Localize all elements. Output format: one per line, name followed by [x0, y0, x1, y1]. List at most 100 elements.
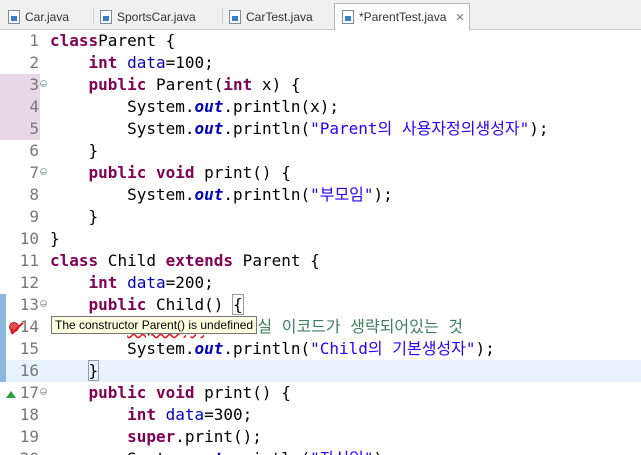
code-text[interactable]: System.out.println("Parent의 사용자정의생성자"); [50, 118, 549, 140]
code-token: { [232, 294, 244, 315]
code-token: Child() [146, 295, 234, 314]
code-text[interactable]: public void print() { [50, 382, 291, 404]
override-marker-icon[interactable] [6, 391, 16, 398]
code-editor[interactable]: 1 classParent {2 int data=100; 3− public P… [0, 30, 641, 455]
code-token: .println( [223, 119, 311, 138]
red-checkmark-icon: ✓ [5, 313, 29, 345]
code-text[interactable]: public Parent(int x) { [50, 74, 301, 96]
code-line-9[interactable]: 9 } [0, 206, 641, 228]
code-token: System. [50, 97, 195, 116]
code-text[interactable]: class Child extends Parent { [50, 250, 320, 272]
code-line-2[interactable]: 2 int data=100; [0, 52, 641, 74]
code-text[interactable]: } [50, 140, 99, 162]
tab-cartest-java[interactable]: CarTest.java [229, 4, 313, 29]
code-token: } [50, 207, 99, 226]
line-number: 3 [29, 75, 39, 94]
code-token: out [194, 97, 224, 116]
tab-car-java[interactable]: Car.java [8, 4, 69, 29]
code-line-19[interactable]: 19 super.print(); [0, 426, 641, 448]
code-line-17[interactable]: 17− public void print() { [0, 382, 641, 404]
code-text[interactable]: public Child() { [50, 294, 244, 316]
code-token: data [127, 53, 166, 72]
line-number: 8 [29, 185, 39, 204]
line-number: 18 [19, 405, 39, 424]
close-tab-icon[interactable]: ✕ [455, 11, 464, 24]
code-text[interactable]: System.out.println("부모임"); [50, 184, 393, 206]
code-text[interactable]: } [50, 360, 100, 382]
code-line-20[interactable]: 20 System.out.println("자식임"); [0, 448, 641, 455]
line-number: 2 [29, 53, 39, 72]
code-token: public [88, 383, 147, 402]
code-token: } [50, 141, 99, 160]
code-line-12[interactable]: 12 int data=200; [0, 272, 641, 294]
code-text[interactable]: classParent { [50, 30, 175, 52]
fold-toggle-icon[interactable]: − [40, 300, 47, 309]
code-token: .print(); [175, 427, 262, 446]
code-line-8[interactable]: 8 System.out.println("부모임"); [0, 184, 641, 206]
line-number: 1 [29, 31, 39, 50]
tab-sportscar-java[interactable]: SportsCar.java [100, 4, 196, 29]
code-text[interactable]: System.out.println(x); [50, 96, 339, 118]
tab-separator [93, 8, 94, 24]
code-token: .println( [223, 185, 311, 204]
code-line-11[interactable]: 11 class Child extends Parent { [0, 250, 641, 272]
code-text[interactable]: System.out.println("자식임"); [50, 448, 393, 455]
code-text[interactable]: public void print() { [50, 162, 291, 184]
tab-parenttest-java[interactable]: *ParentTest.java ✕ [334, 3, 470, 30]
code-token: print() { [194, 163, 291, 182]
code-text[interactable]: int data=100; [50, 52, 214, 74]
code-token: ); [475, 339, 495, 358]
java-file-icon [100, 9, 112, 24]
code-token: "자식임" [310, 449, 373, 455]
code-line-4[interactable]: 4 System.out.println(x); [0, 96, 641, 118]
code-line-10[interactable]: 10} [0, 228, 641, 250]
code-line-3[interactable]: 3− public Parent(int x) { [0, 74, 641, 96]
code-token: out [194, 119, 224, 138]
line-number: 7 [29, 163, 39, 182]
code-line-18[interactable]: 18 int data=300; [0, 404, 641, 426]
line-number: 10 [19, 229, 39, 248]
line-number: 16 [19, 361, 39, 380]
code-line-7[interactable]: 7− public void print() { [0, 162, 641, 184]
code-token: Parent( [146, 75, 224, 94]
line-number: 4 [29, 97, 39, 116]
code-token: ); [373, 185, 393, 204]
code-token: x) { [252, 75, 301, 94]
code-line-1[interactable]: 1 classParent { [0, 30, 641, 52]
code-line-16[interactable]: 16 } [0, 360, 641, 382]
code-token: public [88, 75, 147, 94]
code-token: super [127, 427, 176, 446]
code-line-15[interactable]: 15 System.out.println("Child의 기본생성자"); [0, 338, 641, 360]
code-text[interactable]: System.out.println("Child의 기본생성자"); [50, 338, 495, 360]
java-file-icon [8, 9, 20, 24]
code-token: out [194, 339, 224, 358]
code-token: int [223, 75, 253, 94]
code-text[interactable]: } [50, 228, 60, 250]
code-line-6[interactable]: 6 } [0, 140, 641, 162]
fold-toggle-icon[interactable]: − [40, 388, 47, 397]
line-number: 12 [19, 273, 39, 292]
line-number: 6 [29, 141, 39, 160]
code-token: System. [50, 119, 195, 138]
code-text[interactable]: int data=200; [50, 272, 214, 294]
code-text[interactable]: int data=300; [50, 404, 252, 426]
code-line-5[interactable]: 5 System.out.println("Parent의 사용자정의생성자")… [0, 118, 641, 140]
tab-label: SportsCar.java [117, 9, 196, 24]
fold-toggle-icon[interactable]: − [40, 168, 47, 177]
fold-toggle-icon[interactable]: − [40, 80, 47, 89]
line-number: 11 [19, 251, 39, 270]
code-line-13[interactable]: 13− public Child() { [0, 294, 641, 316]
tab-label: CarTest.java [246, 9, 313, 24]
code-token: class [50, 31, 99, 50]
code-text[interactable]: } [50, 206, 99, 228]
code-text[interactable]: super.print(); [50, 426, 262, 448]
code-token: data [127, 273, 166, 292]
